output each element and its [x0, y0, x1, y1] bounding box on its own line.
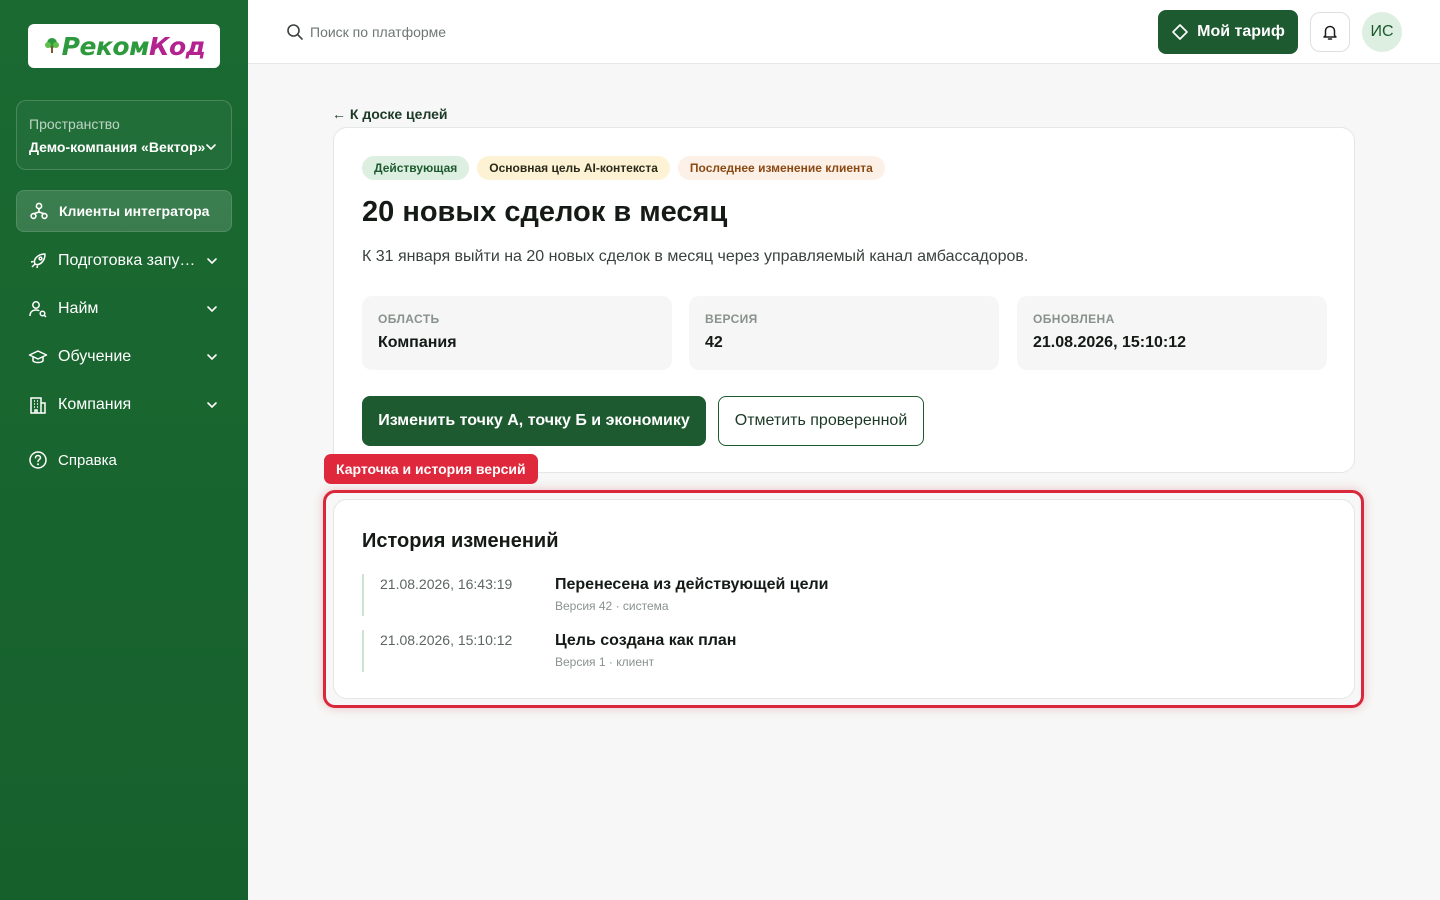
info-box-version: ВЕРСИЯ 42: [689, 296, 999, 370]
sidebar-item-help[interactable]: Справка: [16, 439, 232, 481]
goal-description: К 31 января выйти на 20 новых сделок в м…: [362, 248, 1029, 265]
sidebar-item-label: Компания: [58, 396, 132, 413]
back-to-goals-link[interactable]: ← К доске целей: [332, 106, 448, 122]
workspace-label: Пространство: [29, 116, 120, 132]
sidebar-item-training[interactable]: Обучение: [16, 336, 232, 378]
badge-last-client-change: Последнее изменение клиента: [677, 156, 885, 180]
chevron-down-icon: [207, 258, 217, 265]
sidebar-item-label: Подготовка запуска: [58, 252, 198, 269]
highlight-tag: Карточка и история версий: [324, 454, 538, 484]
my-tariff-label: Мой тариф: [1197, 23, 1285, 40]
diamond-icon: [1172, 24, 1188, 40]
graduation-cap-icon: [28, 350, 48, 364]
tree-icon: [44, 38, 59, 53]
sidebar-item-label: Клиенты интегратора: [59, 203, 210, 219]
chevron-down-icon: [207, 306, 217, 313]
user-search-icon: [29, 301, 47, 318]
rocket-icon: [30, 253, 46, 269]
my-tariff-button[interactable]: Мой тариф: [1158, 10, 1298, 54]
sidebar-item-label: Найм: [58, 300, 99, 317]
goal-title: 20 новых сделок в месяц: [362, 196, 728, 228]
user-avatar[interactable]: ИС: [1362, 12, 1402, 52]
sidebar-item-hiring[interactable]: Найм: [16, 288, 232, 330]
notifications-button[interactable]: [1310, 12, 1350, 52]
info-value: 42: [705, 334, 723, 351]
workspace-selector[interactable]: Пространство Демо-компания «Вектор»: [16, 100, 232, 170]
chevron-down-icon: [206, 144, 216, 150]
edit-goal-button[interactable]: Изменить точку А, точку Б и экономику: [362, 396, 706, 446]
mark-verified-button[interactable]: Отметить проверенной: [718, 396, 924, 446]
building-icon: [30, 397, 46, 414]
sidebar: Реком Код Пространство Демо-компания «Век…: [0, 0, 248, 900]
info-value: Компания: [378, 334, 457, 351]
info-value: 21.08.2026, 15:10:12: [1033, 334, 1187, 351]
chevron-down-icon: [207, 402, 217, 409]
sidebar-item-company[interactable]: Компания: [16, 384, 232, 426]
brand-logo-text: Реком Код: [43, 32, 206, 61]
badge-main-ai-goal: Основная цель AI-контекста: [477, 156, 670, 180]
brand-logo[interactable]: Реком Код: [28, 24, 220, 68]
status-badge-active: Действующая: [362, 156, 470, 180]
info-label: ВЕРСИЯ: [705, 312, 758, 326]
brand-logo-part1: Реком: [61, 31, 150, 61]
search-input[interactable]: [310, 20, 710, 44]
goal-badges: Действующая Основная цель AI-контекста П…: [362, 156, 885, 180]
info-label: ОБНОВЛЕНА: [1033, 312, 1115, 326]
sidebar-item-label: Обучение: [58, 348, 132, 365]
info-box-scope: ОБЛАСТЬ Компания: [362, 296, 672, 370]
search-icon: [287, 24, 303, 40]
top-bar: Мой тариф ИС: [248, 0, 1440, 64]
users-network-icon: [30, 202, 48, 220]
bell-icon: [1323, 25, 1337, 40]
brand-logo-part2: Код: [149, 31, 206, 61]
highlight-frame: [323, 490, 1364, 708]
workspace-name: Демо-компания «Вектор»: [29, 139, 206, 155]
sidebar-item-integrator-clients[interactable]: Клиенты интегратора: [16, 190, 232, 232]
sidebar-item-launch-prep[interactable]: Подготовка запуска: [16, 240, 232, 282]
goal-card: Действующая Основная цель AI-контекста П…: [333, 127, 1355, 473]
sidebar-item-label: Справка: [58, 451, 117, 469]
info-box-updated: ОБНОВЛЕНА 21.08.2026, 15:10:12: [1017, 296, 1327, 370]
help-circle-icon: [29, 451, 47, 469]
info-label: ОБЛАСТЬ: [378, 312, 440, 326]
chevron-down-icon: [207, 354, 217, 361]
